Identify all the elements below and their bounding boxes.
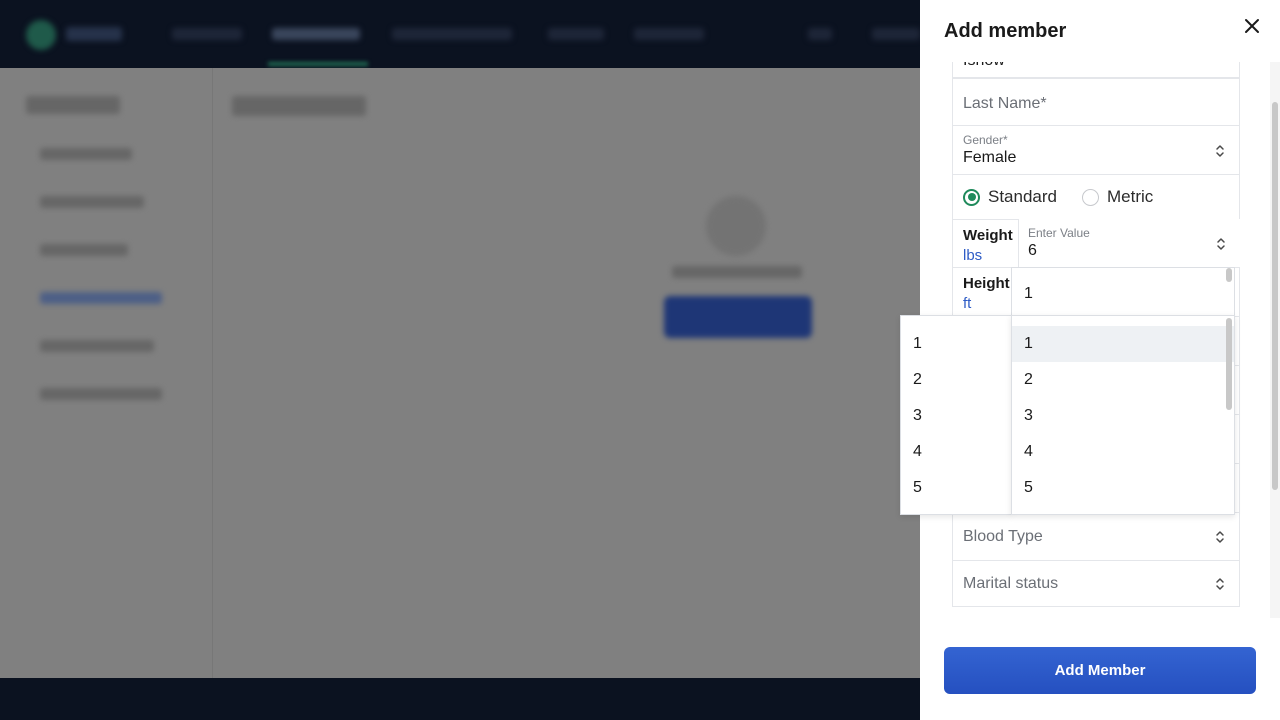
height-feet-option[interactable]: 3 bbox=[1012, 398, 1234, 434]
background-empty-text bbox=[672, 266, 802, 278]
height-feet-dropdown-scroll-thumb[interactable] bbox=[1226, 318, 1232, 410]
drawer-title: Add member bbox=[944, 20, 1067, 42]
radio-standard[interactable]: Standard bbox=[963, 187, 1057, 207]
background-nav-item bbox=[548, 28, 604, 40]
height-feet-dropdown: 1 2 3 4 5 bbox=[1011, 315, 1235, 515]
chevron-up-down-icon bbox=[1216, 145, 1224, 157]
background-nav-item-active bbox=[272, 28, 360, 40]
weight-field: Weight lbs Enter Value 6 bbox=[952, 219, 1240, 268]
weight-value-select[interactable]: Enter Value 6 bbox=[1019, 219, 1240, 268]
background-sidebar-title bbox=[26, 96, 120, 114]
weight-unit: lbs bbox=[963, 247, 983, 264]
background-nav-item bbox=[872, 28, 920, 40]
background-nav-item bbox=[392, 28, 512, 40]
close-icon bbox=[1245, 19, 1259, 33]
background-nav-underline bbox=[268, 62, 368, 66]
weight-value: 6 bbox=[1028, 242, 1037, 259]
close-button[interactable] bbox=[1238, 12, 1266, 40]
height-inches-option[interactable]: 5 bbox=[901, 470, 1011, 506]
background-footer bbox=[0, 678, 920, 720]
radio-metric[interactable]: Metric bbox=[1082, 187, 1153, 207]
background-divider bbox=[212, 68, 213, 678]
height-feet-select[interactable]: 1 bbox=[1011, 267, 1235, 317]
unit-system-group: Standard Metric bbox=[952, 174, 1240, 220]
height-label: Height bbox=[963, 275, 1010, 292]
drawer-scrollbar-thumb[interactable] bbox=[1272, 102, 1278, 490]
chevron-up-down-icon bbox=[1216, 578, 1224, 590]
gender-select[interactable]: Gender* Female bbox=[952, 125, 1240, 175]
height-feet-value: 1 bbox=[1024, 285, 1033, 302]
last-name-placeholder: Last Name* bbox=[963, 95, 1047, 112]
height-unit-box: Height ft bbox=[953, 268, 1013, 316]
background-sidebar-item bbox=[40, 244, 128, 256]
background-sidebar-item bbox=[40, 148, 132, 160]
add-member-button[interactable]: Add Member bbox=[944, 647, 1256, 694]
weight-label: Weight bbox=[963, 227, 1013, 244]
blood-type-placeholder: Blood Type bbox=[963, 528, 1043, 545]
height-inches-option[interactable]: 3 bbox=[901, 398, 1011, 434]
marital-status-select[interactable]: Marital status bbox=[952, 560, 1240, 607]
height-feet-option[interactable]: 4 bbox=[1012, 434, 1234, 470]
background-nav-item bbox=[634, 28, 704, 40]
radio-standard-label: Standard bbox=[988, 187, 1057, 206]
background-sidebar-item bbox=[40, 196, 144, 208]
radio-metric-label: Metric bbox=[1107, 187, 1154, 206]
first-name-field[interactable]: Ishow bbox=[952, 62, 1240, 78]
background-button bbox=[664, 296, 812, 338]
height-feet-option[interactable]: 5 bbox=[1012, 470, 1234, 506]
height-inches-option[interactable]: 4 bbox=[901, 434, 1011, 470]
gender-value: Female bbox=[963, 149, 1017, 166]
weight-value-label: Enter Value bbox=[1028, 226, 1090, 240]
drawer-footer: Add Member bbox=[920, 620, 1280, 720]
background-app bbox=[0, 0, 920, 720]
height-unit: ft bbox=[963, 295, 972, 312]
background-sidebar-item bbox=[40, 340, 154, 352]
radio-metric-circle bbox=[1082, 188, 1099, 206]
blood-type-select[interactable]: Blood Type bbox=[952, 512, 1240, 561]
height-inches-option[interactable]: 2 bbox=[901, 362, 1011, 398]
background-nav-icon bbox=[808, 28, 832, 40]
height-feet-option-highlighted[interactable]: 1 bbox=[1012, 326, 1234, 362]
background-page-title bbox=[232, 96, 366, 116]
chevron-up-down-icon bbox=[1216, 531, 1224, 543]
last-name-field[interactable]: Last Name* bbox=[952, 78, 1240, 126]
radio-standard-circle bbox=[963, 188, 980, 206]
background-logo bbox=[26, 20, 56, 50]
background-sidebar-item bbox=[40, 388, 162, 400]
background-sidebar-item-active bbox=[40, 292, 162, 304]
height-feet-scroll-thumb[interactable] bbox=[1226, 268, 1232, 282]
background-empty-icon bbox=[706, 196, 766, 256]
height-inches-option[interactable]: 1 bbox=[901, 326, 1011, 362]
height-feet-option[interactable]: 2 bbox=[1012, 362, 1234, 398]
first-name-value: Ishow bbox=[963, 62, 1005, 70]
gender-label: Gender* bbox=[963, 133, 1008, 147]
marital-status-placeholder: Marital status bbox=[963, 575, 1059, 592]
chevron-up-down-icon bbox=[1217, 238, 1225, 250]
height-inches-dropdown: 1 2 3 4 5 bbox=[900, 315, 1012, 515]
background-logo-text bbox=[66, 27, 122, 41]
weight-unit-box: Weight lbs bbox=[953, 220, 1019, 267]
background-main bbox=[0, 68, 920, 678]
background-nav-item bbox=[172, 28, 242, 40]
